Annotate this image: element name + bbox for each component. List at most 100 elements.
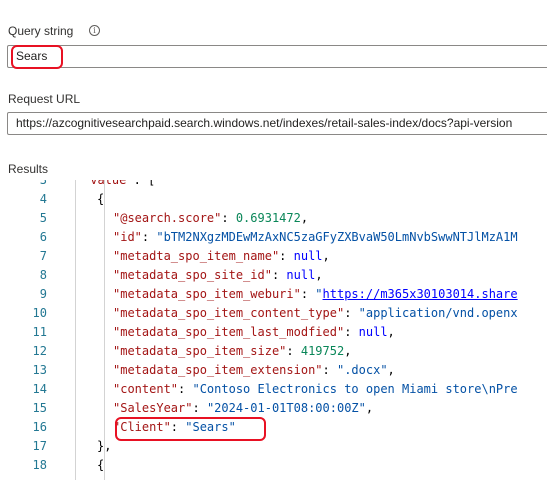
code-token: : [ <box>133 180 156 187</box>
code-token: "Contoso Electronics to open Miami store… <box>192 382 518 396</box>
code-line: 15 "SalesYear": "2024-01-01T08:00:00Z", <box>7 399 547 418</box>
code-token: null <box>293 249 323 263</box>
results-editor[interactable]: 3 "value": [4{5 "@search.score": 0.6931472… <box>7 180 547 480</box>
code-token: , <box>300 211 309 225</box>
code-token: 419752 <box>300 344 345 358</box>
code-line: 18 { <box>7 456 547 475</box>
code-text: "metadta_spo_item_name": null, <box>113 247 330 266</box>
code-token: "SalesYear" <box>113 401 193 415</box>
code-token: "metadata_spo_item_last_modfied" <box>113 325 345 339</box>
line-number: 11 <box>32 325 47 339</box>
request-url-label: Request URL <box>8 92 81 106</box>
code-token: { <box>97 192 105 206</box>
code-token: : <box>286 344 301 358</box>
line-number: 10 <box>32 306 47 320</box>
code-token: "content" <box>113 382 179 396</box>
query-string-label: Query string <box>8 24 74 38</box>
line-number: 4 <box>39 192 47 206</box>
line-number: 12 <box>32 344 47 358</box>
code-line: 13 "metadata_spo_item_extension": ".docx"… <box>7 361 547 380</box>
code-line: 6 "id": "bTM2NXgzMDEwMzAxNC5zaGFyZXBvaW50… <box>7 228 547 247</box>
code-line: 17}, <box>7 437 547 456</box>
code-token: , <box>365 401 374 415</box>
code-text: "metadata_spo_site_id": null, <box>113 266 323 285</box>
line-number: 14 <box>32 382 47 396</box>
code-token: : <box>300 287 316 301</box>
code-line: 14 "content": "Contoso Electronics to ope… <box>7 380 547 399</box>
code-token: { <box>97 458 105 472</box>
client-highlight-box <box>115 417 266 441</box>
code-token: : <box>344 325 359 339</box>
code-token: "application/vnd.openx <box>358 306 518 320</box>
info-icon[interactable]: i <box>89 25 100 36</box>
code-line: 5 "@search.score": 0.6931472, <box>7 209 547 228</box>
code-token: " <box>315 287 323 301</box>
code-line: 3 "value": [ <box>7 180 547 190</box>
code-text: "metadata_spo_item_last_modfied": null, <box>113 323 395 342</box>
code-token: : <box>344 306 359 320</box>
code-line: 10 "metadata_spo_item_content_type": "app… <box>7 304 547 323</box>
code-text: { <box>97 456 104 475</box>
code-token: , <box>387 363 395 377</box>
code-text: "SalesYear": "2024-01-01T08:00:00Z", <box>113 399 373 418</box>
line-number: 9 <box>39 287 47 301</box>
code-token: "metadata_spo_site_id" <box>113 268 272 282</box>
code-text: "metadata_spo_item_weburi": "https://m36… <box>113 285 518 304</box>
code-token: ".docx" <box>336 363 388 377</box>
code-text: "content": "Contoso Electronics to open … <box>113 380 518 399</box>
code-token: "metadata_spo_item_weburi" <box>113 287 301 301</box>
results-label: Results <box>8 162 49 176</box>
code-line: 8 "metadata_spo_site_id": null, <box>7 266 547 285</box>
code-token[interactable]: https://m365x30103014.share <box>323 287 518 301</box>
code-text: { <box>97 190 104 209</box>
code-token: "2024-01-01T08:00:00Z" <box>206 401 366 415</box>
query-highlight-box <box>11 45 63 69</box>
line-number: 5 <box>39 211 47 225</box>
code-line: 4{ <box>7 190 547 209</box>
code-line: 7 "metadta_spo_item_name": null, <box>7 247 547 266</box>
code-text: "metadata_spo_item_size": 419752, <box>113 342 351 361</box>
code-line: 11 "metadata_spo_item_last_modfied": null… <box>7 323 547 342</box>
code-token: , <box>344 344 352 358</box>
line-number: 6 <box>39 230 47 244</box>
code-token: , <box>322 249 330 263</box>
code-token: 0.6931472 <box>235 211 301 225</box>
query-string-input[interactable]: Sears <box>7 45 547 68</box>
code-text: "metadata_spo_item_extension": ".docx", <box>113 361 395 380</box>
code-token: "value" <box>83 180 134 187</box>
code-token: "metadata_spo_item_extension" <box>113 363 323 377</box>
code-token: "bTM2NXgzMDEwMzAxNC5zaGFyZXBvaW50LmNvbSw… <box>156 230 518 244</box>
code-token: : <box>192 401 207 415</box>
code-line: 16 "Client": "Sears" <box>7 418 547 437</box>
code-token: null <box>286 268 316 282</box>
line-number: 16 <box>32 420 47 434</box>
code-token: null <box>358 325 388 339</box>
code-token: , <box>387 325 395 339</box>
code-token: : <box>141 230 157 244</box>
line-number: 7 <box>39 249 47 263</box>
code-text: }, <box>97 437 111 456</box>
line-number: 18 <box>32 458 47 472</box>
code-token: "metadta_spo_item_name" <box>113 249 280 263</box>
code-line: 12 "metadata_spo_item_size": 419752, <box>7 342 547 361</box>
code-token: : <box>221 211 236 225</box>
request-url-input[interactable]: https://azcognitivesearchpaid.search.win… <box>7 112 547 135</box>
code-token: , <box>315 268 323 282</box>
code-token: : <box>271 268 287 282</box>
line-number: 8 <box>39 268 47 282</box>
code-token: : <box>322 363 337 377</box>
code-line: 9 "metadata_spo_item_weburi": "https://m3… <box>7 285 547 304</box>
code-token: "id" <box>113 230 142 244</box>
code-token: "metadata_spo_item_size" <box>113 344 287 358</box>
line-number: 13 <box>32 363 47 377</box>
code-text: "value": [ <box>83 180 155 190</box>
line-number: 17 <box>32 439 47 453</box>
code-text: "@search.score": 0.6931472, <box>113 209 308 228</box>
code-token: "@search.score" <box>113 211 222 225</box>
line-number: 3 <box>39 180 47 187</box>
code-text: "id": "bTM2NXgzMDEwMzAxNC5zaGFyZXBvaW50L… <box>113 228 518 247</box>
code-token: "metadata_spo_item_content_type" <box>113 306 345 320</box>
code-token: : <box>178 382 193 396</box>
code-token: }, <box>97 439 112 453</box>
line-number: 15 <box>32 401 47 415</box>
